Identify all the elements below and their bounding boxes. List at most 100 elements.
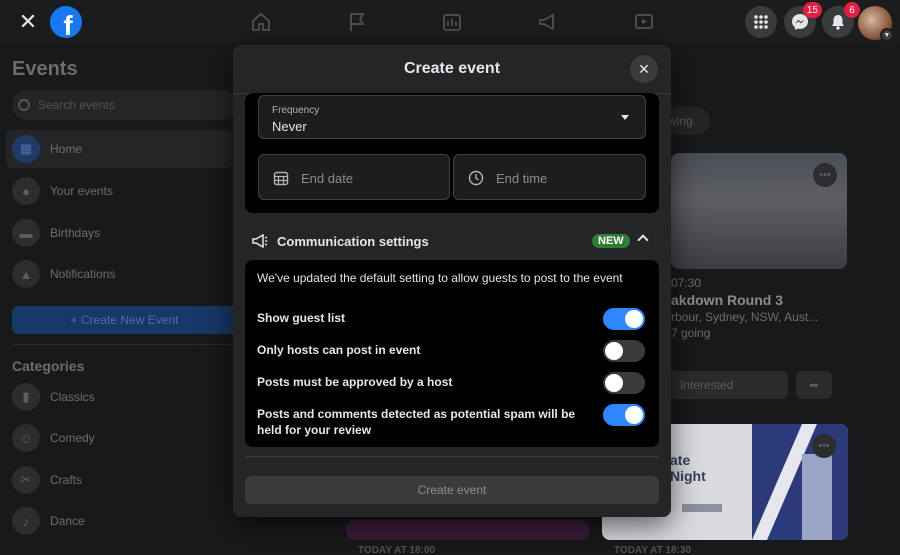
sidebar-item-label: Your events: [50, 184, 113, 198]
sidebar-item-notifications[interactable]: ▲ Notifications: [6, 255, 232, 293]
communication-settings-header[interactable]: Communication settings NEW: [245, 222, 659, 260]
share-icon: ➦: [808, 378, 820, 392]
posts-approved-by-host-toggle[interactable]: [603, 372, 645, 394]
only-hosts-can-post-toggle[interactable]: [603, 340, 645, 362]
sidebar-item-label: Crafts: [50, 473, 83, 487]
bell-icon: [832, 15, 844, 30]
chevron-up-icon[interactable]: [637, 234, 649, 246]
sidebar-title: Events: [12, 58, 78, 80]
sidebar-item-label: Birthdays: [50, 226, 101, 240]
megaphone-icon: [252, 233, 268, 249]
more-icon[interactable]: •••: [812, 434, 836, 458]
more-icon[interactable]: •••: [813, 163, 837, 187]
sidebar-item-classics[interactable]: ▮ Classics: [6, 378, 232, 416]
frequency-select[interactable]: Frequency Never: [258, 95, 646, 139]
close-icon[interactable]: ✕: [14, 8, 42, 36]
toggle-knob: [625, 310, 643, 328]
event-going-count: 7 going: [671, 326, 711, 340]
event-title[interactable]: akdown Round 3: [671, 292, 783, 308]
setting-label: Posts must be approved by a host: [257, 375, 453, 389]
communication-settings-title: Communication settings: [277, 234, 429, 249]
share-button[interactable]: ➦: [796, 371, 832, 399]
sidebar-item-dance[interactable]: ♪ Dance: [6, 502, 232, 540]
poster-text-line-2: Night: [670, 468, 706, 484]
top-bar: ✕ f 15 6 ▼: [0, 0, 900, 44]
avatar[interactable]: ▼: [858, 6, 894, 42]
divider: [245, 456, 659, 457]
home-icon[interactable]: [250, 11, 272, 33]
close-dialog-button[interactable]: ✕: [630, 55, 658, 83]
sidebar: Events Search events ▦ Home ● Your event…: [0, 44, 237, 555]
clock-icon: [468, 170, 484, 186]
event-time: TODAY AT 18:30: [614, 545, 692, 555]
end-time-placeholder: End time: [496, 171, 548, 186]
end-date-placeholder: End date: [301, 171, 354, 186]
cake-icon: ▬: [12, 219, 40, 247]
sidebar-item-label: Notifications: [50, 267, 116, 281]
interested-label: Interested: [680, 378, 734, 392]
end-date-field[interactable]: End date: [258, 154, 450, 200]
frequency-value: Never: [272, 119, 307, 134]
spam-review-toggle[interactable]: [603, 404, 645, 426]
toggle-knob: [625, 406, 643, 424]
sidebar-item-label: Classics: [50, 390, 95, 404]
video-icon[interactable]: [633, 11, 655, 33]
interested-button[interactable]: Interested: [660, 371, 788, 399]
messenger-badge: 15: [802, 2, 822, 18]
sidebar-item-label: Dance: [50, 514, 85, 528]
communication-settings-section: We've updated the default setting to all…: [245, 260, 659, 447]
chevron-down-icon[interactable]: ▼: [880, 28, 894, 42]
toggle-knob: [605, 374, 623, 392]
smile-icon: ☺: [12, 424, 40, 452]
flag-icon[interactable]: [346, 11, 368, 33]
setting-label: Posts and comments detected as potential…: [257, 407, 576, 437]
calendar-icon: ▦: [12, 135, 40, 163]
poster-text-line-1: ate: [670, 452, 691, 468]
dance-icon: ♪: [12, 507, 40, 535]
event-card-image[interactable]: [346, 520, 589, 540]
marketplace-icon[interactable]: [441, 11, 463, 33]
frequency-label: Frequency: [272, 105, 320, 116]
search-icon: [18, 99, 30, 111]
calendar-icon: [273, 171, 289, 186]
sidebar-item-comedy[interactable]: ☺ Comedy: [6, 419, 232, 457]
event-time: 07:30: [671, 276, 702, 290]
person-icon: ●: [12, 177, 40, 205]
book-icon: ▮: [12, 383, 40, 411]
sidebar-item-label: Comedy: [50, 431, 95, 445]
facebook-logo-letter: f: [63, 10, 73, 38]
sidebar-item-crafts[interactable]: ✂ Crafts: [6, 461, 232, 499]
categories-heading: Categories: [12, 358, 85, 374]
search-input[interactable]: Search events: [12, 90, 237, 120]
settings-description: We've updated the default setting to all…: [257, 271, 623, 285]
end-time-field[interactable]: End time: [453, 154, 646, 200]
menu-grid-button[interactable]: [745, 6, 777, 38]
megaphone-icon[interactable]: [537, 11, 559, 33]
messenger-button[interactable]: 15: [784, 2, 822, 38]
facebook-logo[interactable]: f: [50, 6, 82, 38]
event-location: rbour, Sydney, NSW, Aust...: [671, 310, 819, 324]
close-icon: ✕: [638, 60, 650, 77]
dropdown-arrow-icon: [621, 115, 629, 120]
sidebar-item-home[interactable]: ▦ Home: [6, 130, 232, 168]
create-new-event-button[interactable]: + Create New Event: [12, 306, 237, 334]
notifications-badge: 6: [844, 2, 860, 18]
sidebar-item-birthdays[interactable]: ▬ Birthdays: [6, 214, 232, 252]
sidebar-item-label: Home: [50, 142, 83, 156]
dialog-title: Create event: [403, 60, 501, 77]
bell-icon: ▲: [12, 260, 40, 288]
setting-label: Only hosts can post in event: [257, 343, 421, 357]
create-event-button[interactable]: Create event: [245, 476, 659, 504]
divider: [12, 344, 232, 345]
setting-label: Show guest list: [257, 311, 346, 325]
notifications-button[interactable]: 6: [822, 2, 860, 38]
create-event-dialog: Create event ✕ Frequency Never End date …: [233, 45, 671, 517]
sidebar-item-your-events[interactable]: ● Your events: [6, 172, 232, 210]
grid-icon: [754, 15, 768, 29]
show-guest-list-toggle[interactable]: [603, 308, 645, 330]
event-card-image[interactable]: •••: [671, 153, 847, 269]
scissors-icon: ✂: [12, 466, 40, 494]
event-time: TODAY AT 18:00: [358, 545, 436, 555]
new-badge: NEW: [592, 234, 630, 248]
schedule-section: Frequency Never End date End time: [245, 93, 659, 213]
